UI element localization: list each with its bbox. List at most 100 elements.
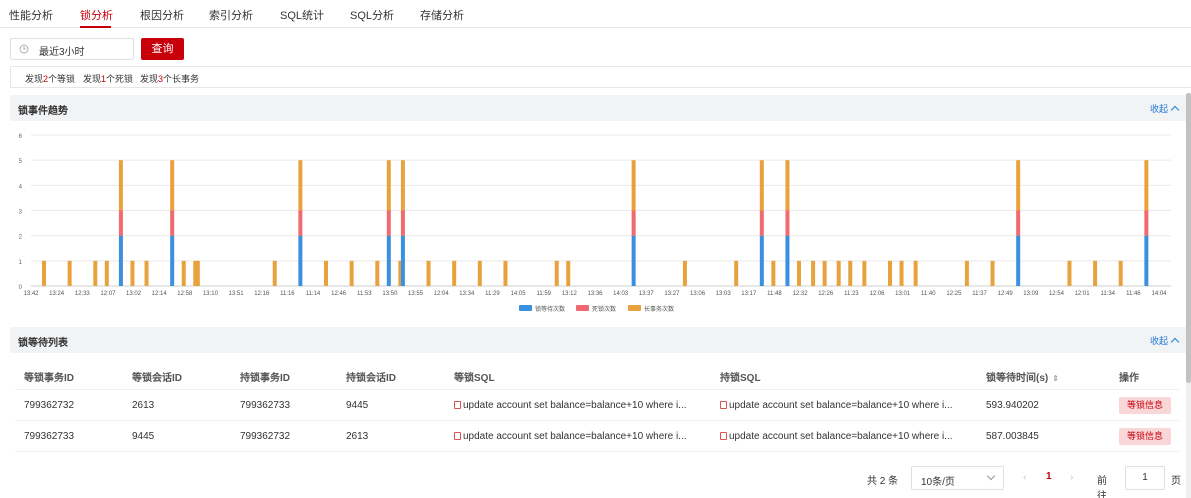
page-size-select[interactable]: 10条/页	[911, 466, 1004, 490]
bar-segment	[796, 260, 801, 286]
tab-sql-stats[interactable]: SQL统计	[280, 7, 324, 23]
bar-segment	[477, 260, 482, 286]
x-tick-label: 11:59	[536, 291, 551, 297]
tab-root-cause[interactable]: 根因分析	[140, 7, 184, 23]
bar-segment	[298, 235, 303, 286]
table-row: 799362733 9445 799362732 2613 update acc…	[15, 421, 1179, 452]
col-wait-time[interactable]: 锁等待时间(s) ⇕	[986, 369, 1059, 384]
bar-segment	[400, 160, 405, 211]
x-tick-label: 13:24	[49, 291, 65, 297]
sql-icon	[720, 432, 727, 440]
tab-lock[interactable]: 锁分析	[80, 7, 113, 23]
x-tick-label: 11:34	[1100, 291, 1115, 297]
bar-segment	[682, 260, 687, 286]
x-tick-label: 13:37	[639, 291, 655, 297]
wait-time: 593.940202	[986, 400, 1039, 411]
bar-segment	[862, 260, 867, 286]
next-page-button[interactable]: ›	[1070, 472, 1073, 483]
bar-segment	[324, 260, 328, 286]
tab-sql-analysis[interactable]: SQL分析	[350, 7, 394, 23]
query-button[interactable]: 查询	[141, 38, 184, 60]
bar-segment	[1118, 260, 1123, 286]
x-tick-label: 13:17	[741, 291, 757, 297]
bar-segment	[386, 160, 391, 211]
page-number-current[interactable]: 1	[1046, 471, 1052, 482]
bar-segment	[386, 210, 391, 236]
long-transaction-summary: 发现3个长事务	[140, 74, 200, 84]
x-tick-label: 12:04	[434, 291, 450, 297]
vertical-scrollbar[interactable]	[1186, 93, 1191, 498]
table-header: 等锁事务ID 等锁会话ID 持锁事务ID 持锁会话ID 等锁SQL 持锁SQL …	[15, 359, 1179, 390]
deadlock-summary: 发现1个死锁	[83, 74, 134, 84]
sort-icon[interactable]: ⇕	[1052, 374, 1059, 383]
wait-session-id: 9445	[132, 431, 155, 442]
x-tick-label: 12:49	[998, 291, 1014, 297]
bar-segment	[566, 260, 571, 286]
wait-trx-id: 799362733	[24, 431, 75, 442]
lock-summary-bar: 发现2个等锁 发现1个死锁 发现3个长事务	[10, 66, 1191, 88]
bar-segment	[1093, 260, 1098, 286]
x-tick-label: 12:01	[1075, 291, 1091, 297]
bar-segment	[144, 260, 149, 286]
tab-index[interactable]: 索引分析	[209, 7, 253, 23]
wait-sql[interactable]: update account set balance=balance+10 wh…	[454, 400, 704, 411]
x-tick-label: 11:48	[767, 291, 782, 297]
legend-label: 锁等待次数	[535, 305, 565, 313]
y-tick-label: 0	[19, 285, 23, 291]
bar-segment	[42, 260, 46, 286]
legend-label: 长事务次数	[644, 305, 674, 313]
bar-segment	[734, 260, 739, 286]
bar-segment	[990, 260, 995, 286]
wait-trx-id: 799362732	[24, 400, 75, 411]
wait-sql-text: update account set balance=balance+10 wh…	[463, 400, 687, 411]
tab-performance[interactable]: 性能分析	[9, 7, 53, 23]
col-wait-sql: 等锁SQL	[454, 373, 495, 384]
x-tick-label: 13:06	[690, 291, 706, 297]
jump-page-input[interactable]: 1	[1125, 466, 1165, 490]
x-tick-label: 14:05	[511, 291, 527, 297]
legend-label: 死锁次数	[592, 305, 616, 313]
x-tick-label: 13:12	[562, 291, 578, 297]
hold-trx-id: 799362732	[240, 431, 291, 442]
x-tick-label: 13:27	[664, 291, 680, 297]
bar-segment	[93, 260, 98, 286]
bar-segment	[785, 210, 790, 236]
chevron-up-icon	[1170, 337, 1180, 347]
active-tab-indicator	[80, 26, 111, 28]
hold-session-id: 9445	[346, 400, 369, 411]
x-tick-label: 13:10	[203, 291, 219, 297]
time-range-picker[interactable]: 最近3小时	[10, 38, 134, 60]
x-tick-label: 13:55	[408, 291, 424, 297]
bar-segment	[631, 160, 636, 211]
lock-trend-collapse-button[interactable]: 收起	[1149, 102, 1180, 115]
bar-segment	[170, 160, 175, 211]
y-tick-label: 6	[19, 134, 23, 140]
wait-sql[interactable]: update account set balance=balance+10 wh…	[454, 431, 704, 442]
x-tick-label: 12:14	[152, 291, 168, 297]
hold-sql[interactable]: update account set balance=balance+10 wh…	[720, 400, 970, 411]
x-tick-label: 11:29	[485, 291, 500, 297]
prev-page-button[interactable]: ‹	[1023, 472, 1026, 483]
lock-info-button[interactable]: 等锁信息	[1119, 428, 1171, 445]
lock-wait-collapse-button[interactable]: 收起	[1150, 334, 1180, 347]
bar-segment	[118, 160, 123, 211]
page-size-value: 10条/页	[921, 477, 955, 488]
sql-icon	[454, 401, 461, 409]
bar-segment	[170, 210, 175, 236]
x-tick-label: 12:33	[75, 291, 91, 297]
bar-segment	[1144, 160, 1149, 211]
bar-segment	[899, 260, 904, 286]
collapse-label: 收起	[1149, 104, 1168, 114]
col-hold-session-id: 持锁会话ID	[346, 373, 396, 384]
x-tick-label: 12:16	[254, 291, 270, 297]
hold-sql[interactable]: update account set balance=balance+10 wh…	[720, 431, 970, 442]
bar-segment	[298, 210, 303, 236]
bar-segment	[503, 260, 508, 286]
hold-session-id: 2613	[346, 431, 369, 442]
x-tick-label: 11:37	[972, 291, 987, 297]
x-tick-label: 11:53	[357, 291, 372, 297]
lock-info-button[interactable]: 等锁信息	[1119, 397, 1171, 414]
scrollbar-thumb[interactable]	[1186, 93, 1191, 383]
tab-storage[interactable]: 存储分析	[420, 7, 464, 23]
x-tick-label: 12:46	[331, 291, 347, 297]
